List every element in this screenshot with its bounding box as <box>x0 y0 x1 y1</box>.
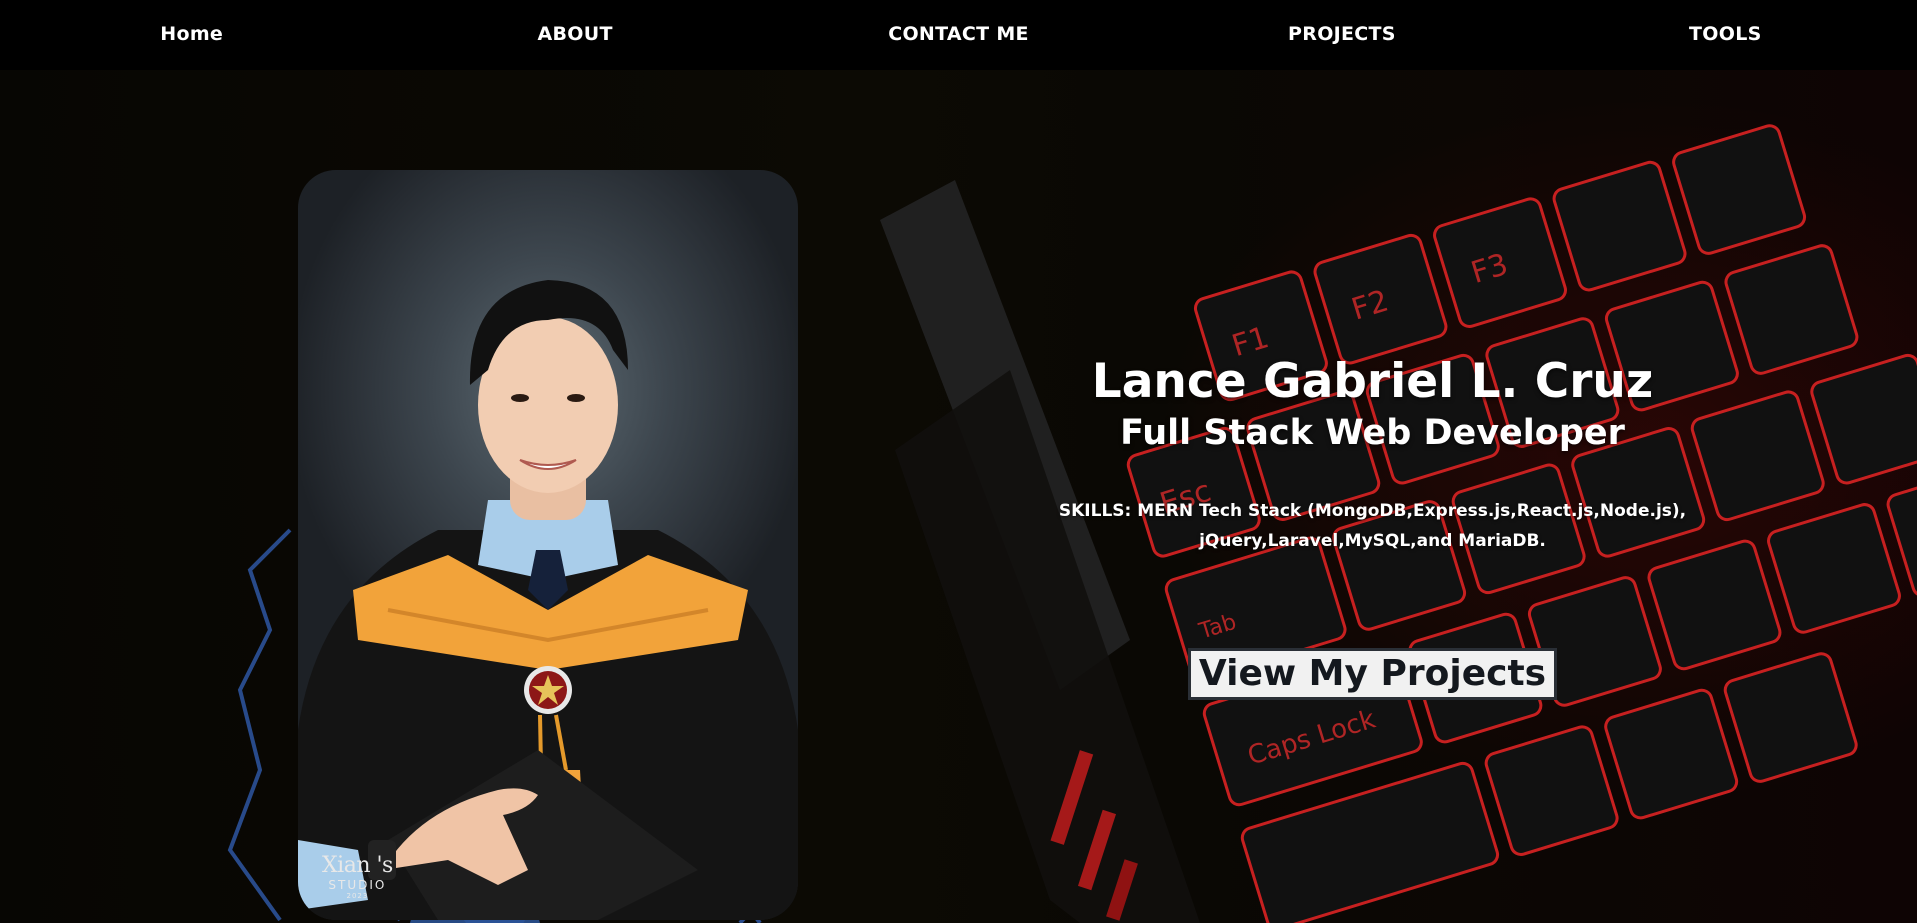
intro-block: Lance Gabriel L. Cruz Full Stack Web Dev… <box>1000 354 1745 701</box>
nav-projects-link[interactable]: PROJECTS <box>1150 23 1533 45</box>
portfolio-page: Home ABOUT CONTACT ME PROJECTS TOOLS F1 … <box>0 0 1917 923</box>
nav-home-link[interactable]: Home <box>0 23 383 45</box>
profile-portrait-photo: Xian 's STUDIO 2023 <box>298 170 798 920</box>
developer-name: Lance Gabriel L. Cruz <box>1091 354 1654 409</box>
skills-text: SKILLS: MERN Tech Stack (MongoDB,Express… <box>1053 496 1693 556</box>
hero-section: F1 F2 F3 Esc Tab Caps Lock Xian 's STUDI… <box>0 70 1917 923</box>
skills-line-1: SKILLS: MERN Tech Stack (MongoDB,Express… <box>1058 500 1687 521</box>
graduate-portrait-illustration <box>298 280 798 920</box>
studio-watermark: Xian 's STUDIO 2023 <box>322 855 393 900</box>
studio-year: 2023 <box>346 892 369 900</box>
nav-contact-link[interactable]: CONTACT ME <box>767 23 1150 45</box>
nav-about-link[interactable]: ABOUT <box>383 23 766 45</box>
nav-tools-link[interactable]: TOOLS <box>1534 23 1917 45</box>
top-navbar: Home ABOUT CONTACT ME PROJECTS TOOLS <box>0 0 1917 70</box>
studio-sub: STUDIO <box>328 878 387 892</box>
developer-role: Full Stack Web Developer <box>1120 412 1625 453</box>
studio-name: Xian 's <box>322 853 393 878</box>
view-projects-button[interactable]: View My Projects <box>1187 647 1558 701</box>
skills-line-2: jQuery,Laravel,MySQL,and MariaDB. <box>1199 530 1546 551</box>
